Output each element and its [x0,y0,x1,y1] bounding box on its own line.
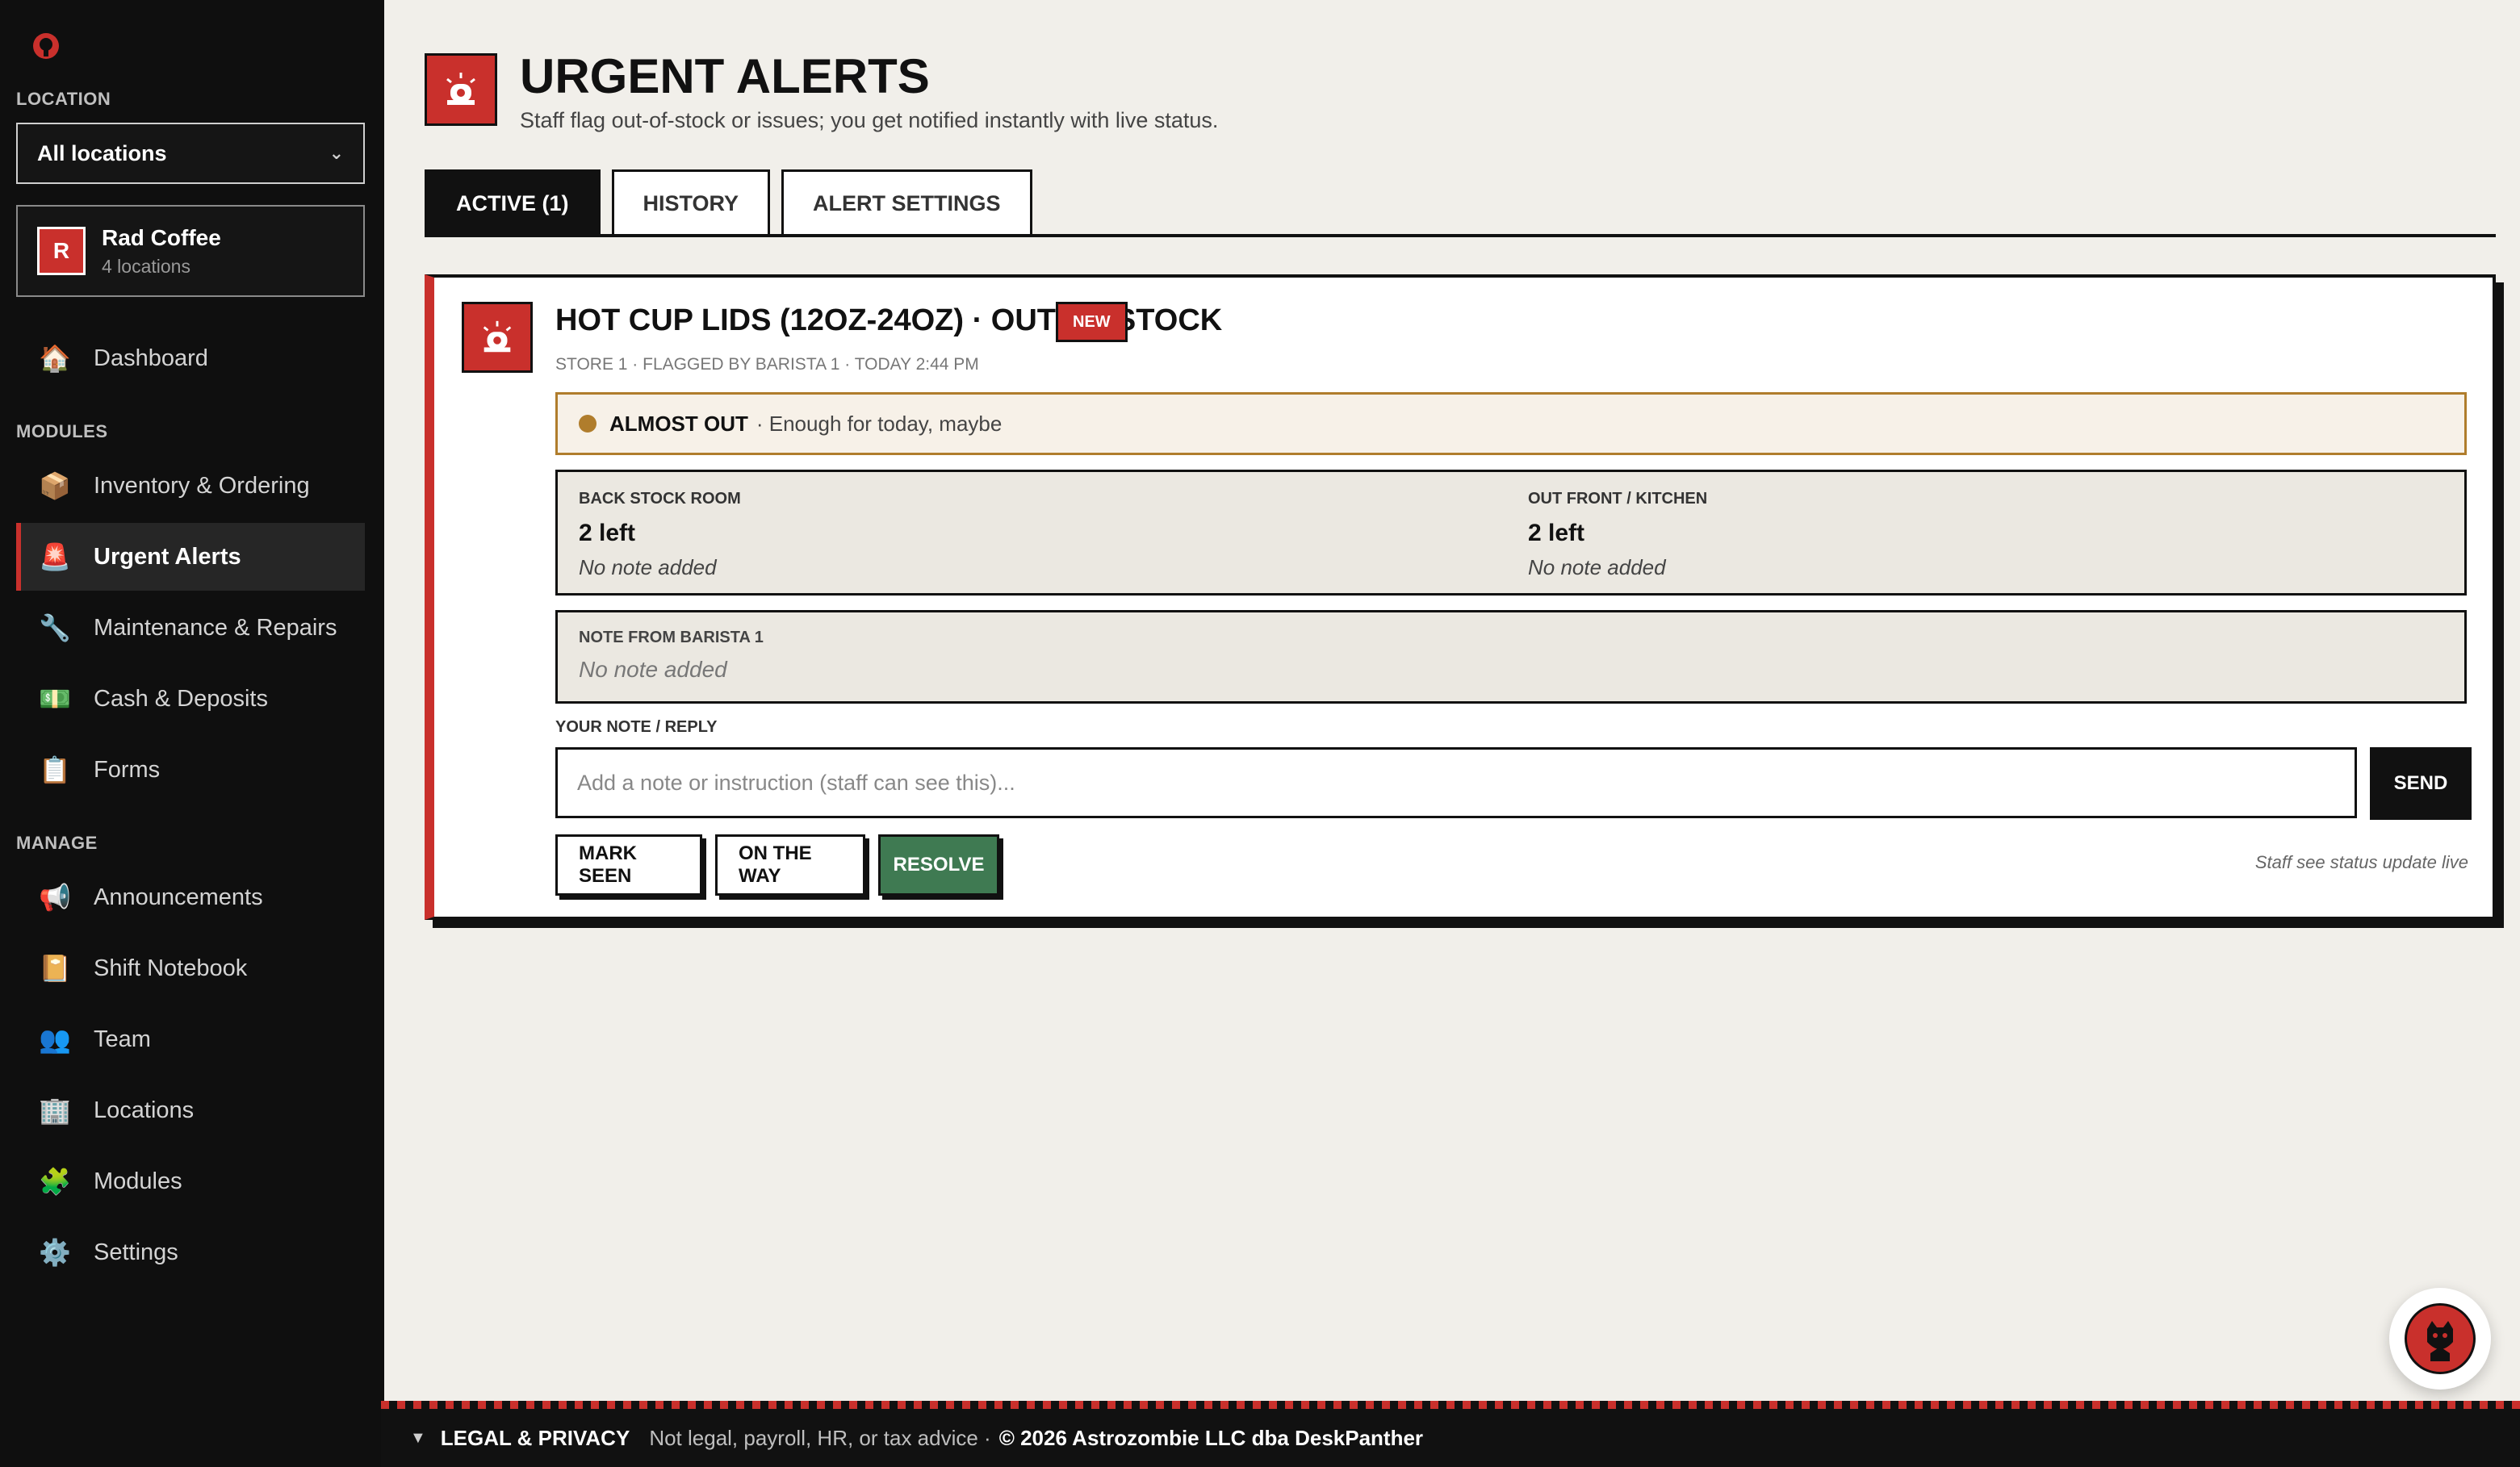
sidebar-item-label: Maintenance & Repairs [94,614,337,641]
stock-label: BACK STOCK ROOM [579,490,741,508]
sidebar-item-label: Team [94,1026,151,1052]
org-switcher[interactable]: R Rad Coffee 4 locations [16,205,365,297]
sidebar-item-modules[interactable]: 🧩 Modules [16,1147,365,1215]
clipboard-icon: 📋 [39,755,71,784]
sidebar-item-shift-notebook[interactable]: 📔 Shift Notebook [16,934,365,1002]
page-subtitle: Staff flag out-of-stock or issues; you g… [520,108,1219,132]
alert-meta: STORE 1 · FLAGGED BY BARISTA 1 · TODAY 2… [555,355,979,374]
stock-note: No note added [1528,555,1666,579]
main-content: URGENT ALERTS Staff flag out-of-stock or… [384,0,2520,1404]
manage-section-label: MANAGE [16,833,98,853]
stock-label: OUT FRONT / KITCHEN [1528,490,1708,508]
reply-input[interactable] [555,747,2357,818]
tab-history[interactable]: HISTORY [611,169,771,237]
people-icon: 👥 [39,1025,71,1054]
package-icon: 📦 [39,471,71,500]
sidebar-item-inventory[interactable]: 📦 Inventory & Ordering [16,452,365,520]
staff-note-text: No note added [579,657,727,682]
org-avatar: R [37,227,86,275]
live-status-note: Staff see status update live [2254,852,2468,872]
alert-card: HOT CUP LIDS (12OZ-24OZ) · OUT OF STOCK … [425,274,2496,920]
sidebar-item-label: Dashboard [94,345,208,371]
sidebar-item-label: Settings [94,1239,178,1265]
house-icon: 🏠 [39,344,71,373]
sidebar-item-dashboard[interactable]: 🏠 Dashboard [16,324,365,392]
sidebar-item-forms[interactable]: 📋 Forms [16,736,365,804]
new-badge: NEW [1056,302,1128,342]
footer-toggle-icon[interactable]: ▼ [410,1429,426,1448]
tab-divider [425,234,2496,237]
send-button[interactable]: SEND [2370,747,2472,820]
tab-active[interactable]: ACTIVE (1) [425,169,601,237]
chevron-down-icon: ⌄ [329,143,344,163]
logo-icon[interactable] [31,31,61,61]
notebook-icon: 📔 [39,954,71,983]
footer: ▼ LEGAL & PRIVACY Not legal, payroll, HR… [381,1409,2520,1467]
org-location-count: 4 locations [102,255,190,277]
siren-icon [425,53,497,126]
stock-value: 2 left [1528,520,1585,546]
siren-icon: 🚨 [39,542,71,571]
sidebar: LOCATION All locations ⌄ R Rad Coffee 4 … [0,0,384,1467]
sidebar-item-settings[interactable]: ⚙️ Settings [16,1218,365,1286]
siren-icon [462,302,533,373]
stock-note: No note added [579,555,717,579]
legal-privacy-link[interactable]: LEGAL & PRIVACY [441,1426,630,1451]
status-dot-icon [579,415,597,433]
resolve-button[interactable]: RESOLVE [878,834,999,896]
page-title: URGENT ALERTS [520,49,930,103]
location-select[interactable]: All locations ⌄ [16,123,365,184]
location-label: LOCATION [16,89,111,109]
footer-disclaimer: Not legal, payroll, HR, or tax advice · [649,1425,991,1450]
location-select-value: All locations [37,140,167,165]
staff-note: NOTE FROM BARISTA 1 No note added [555,610,2467,704]
sidebar-item-locations[interactable]: 🏢 Locations [16,1076,365,1144]
status-label: ALMOST OUT [609,411,748,436]
modules-section-label: MODULES [16,421,108,441]
sidebar-item-label: Urgent Alerts [94,543,241,570]
footer-copyright: © 2026 Astrozombie LLC dba DeskPanther [998,1425,1424,1450]
sidebar-item-label: Modules [94,1168,182,1194]
tab-bar: ACTIVE (1) HISTORY ALERT SETTINGS [425,169,1044,237]
on-the-way-button[interactable]: ON THE WAY [715,834,865,896]
sidebar-item-cash[interactable]: 💵 Cash & Deposits [16,665,365,733]
stock-status-bar: ALMOST OUT · Enough for today, maybe [555,392,2467,455]
sidebar-item-maintenance[interactable]: 🔧 Maintenance & Repairs [16,594,365,662]
stock-back-room: BACK STOCK ROOM 2 left No note added [579,490,741,580]
stock-levels: BACK STOCK ROOM 2 left No note added OUT… [555,470,2467,596]
sidebar-item-label: Cash & Deposits [94,685,268,712]
staff-note-label: NOTE FROM BARISTA 1 [579,629,764,646]
status-description: · Enough for today, maybe [756,411,1003,436]
megaphone-icon: 📢 [39,883,71,912]
wrench-icon: 🔧 [39,613,71,642]
sidebar-item-label: Locations [94,1097,195,1123]
reply-label: YOUR NOTE / REPLY [555,718,718,736]
gear-icon: ⚙️ [39,1238,71,1267]
cash-icon: 💵 [39,684,71,713]
sidebar-item-urgent-alerts[interactable]: 🚨 Urgent Alerts [16,523,365,591]
sidebar-item-label: Inventory & Ordering [94,472,310,499]
stock-value: 2 left [579,520,636,546]
org-name: Rad Coffee [102,224,221,250]
puzzle-icon: 🧩 [39,1167,71,1196]
mark-seen-button[interactable]: MARK SEEN [555,834,702,896]
sidebar-item-announcements[interactable]: 📢 Announcements [16,863,365,931]
stock-out-front: OUT FRONT / KITCHEN 2 left No note added [1528,490,1707,580]
sidebar-item-label: Shift Notebook [94,955,248,981]
panther-mascot-icon [2405,1303,2476,1374]
tab-alert-settings[interactable]: ALERT SETTINGS [781,169,1032,237]
sidebar-item-label: Announcements [94,884,263,910]
building-icon: 🏢 [39,1096,71,1125]
sidebar-item-team[interactable]: 👥 Team [16,1005,365,1073]
footer-divider [381,1401,2520,1409]
sidebar-item-label: Forms [94,756,161,783]
assistant-button[interactable] [2389,1288,2491,1390]
